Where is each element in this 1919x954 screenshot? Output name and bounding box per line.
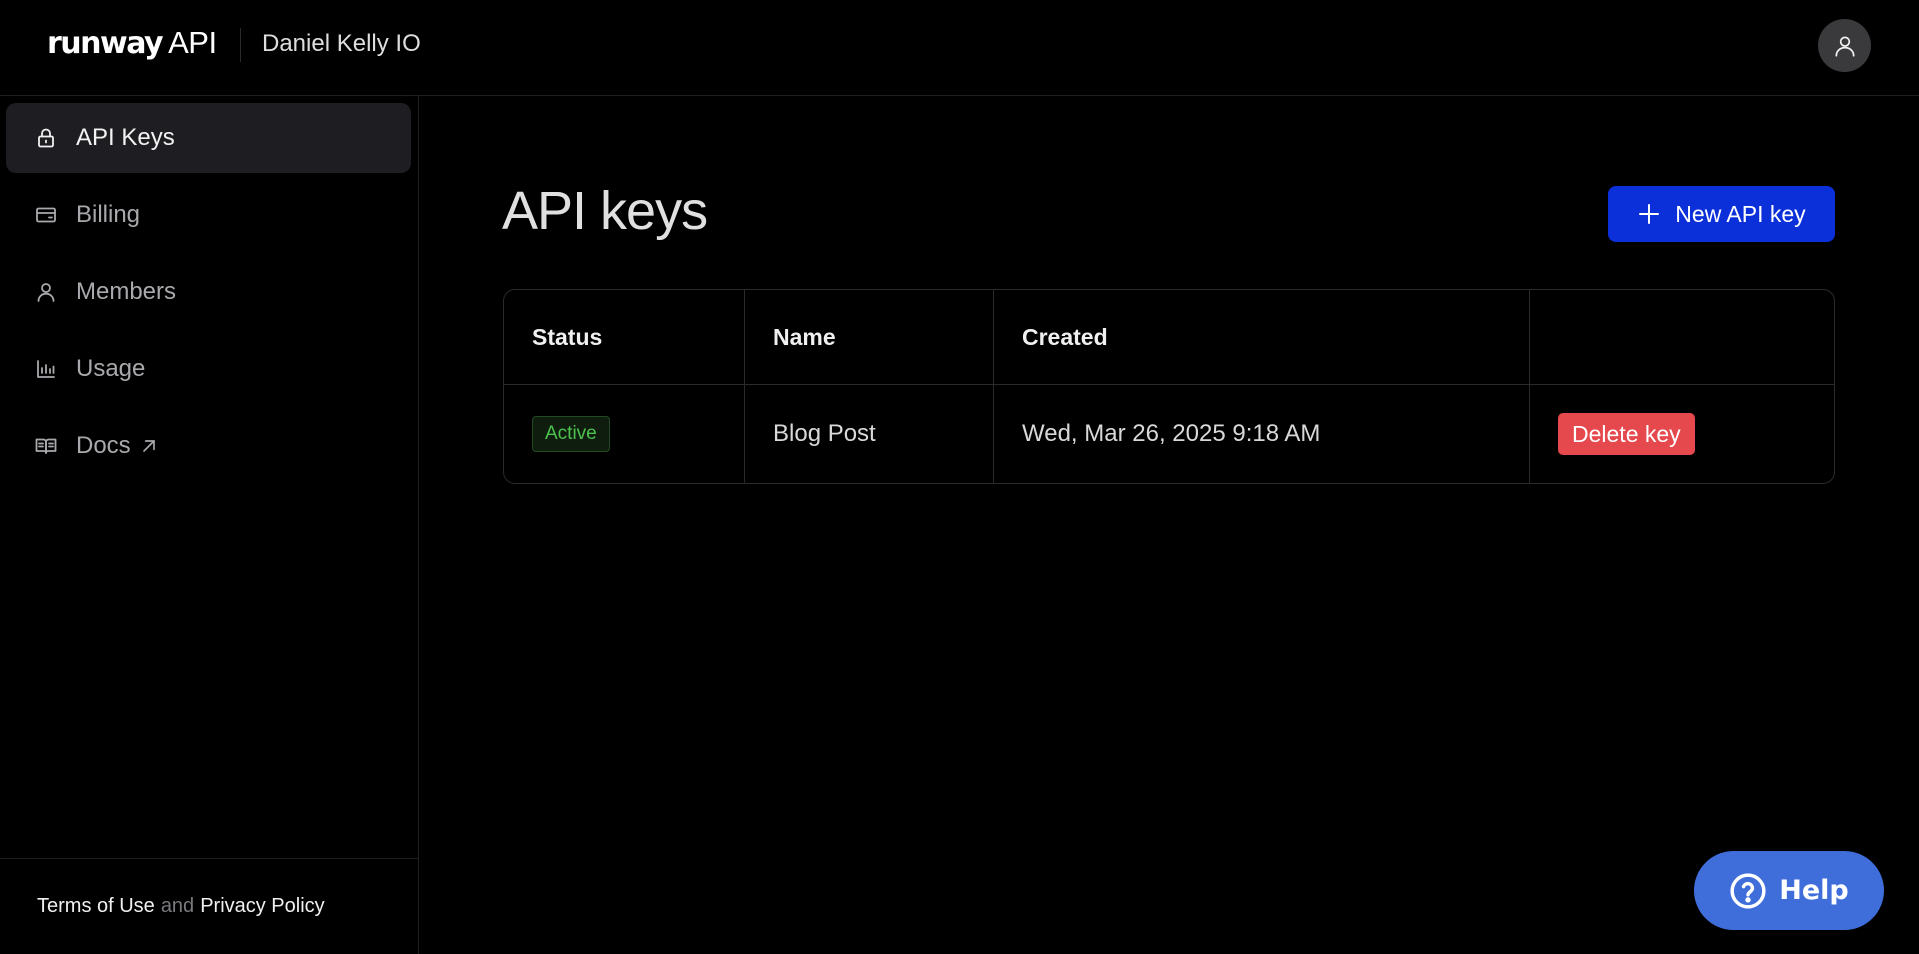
runway-api-logo[interactable]: runway API xyxy=(47,25,217,65)
help-button[interactable]: Help xyxy=(1694,851,1884,930)
column-header-actions xyxy=(1530,290,1834,384)
api-keys-table: Status Name Created Active Blog Post Wed… xyxy=(503,289,1835,484)
sidebar-item-docs[interactable]: Docs xyxy=(6,411,411,481)
sidebar-item-label: API Keys xyxy=(76,124,175,151)
user-avatar-button[interactable] xyxy=(1818,19,1871,72)
user-icon xyxy=(33,279,59,305)
column-header-status: Status xyxy=(504,290,745,384)
created-date-cell: Wed, Mar 26, 2025 9:18 AM xyxy=(994,385,1530,483)
sidebar-item-label: Members xyxy=(76,278,177,305)
terms-of-use-link[interactable]: Terms of Use xyxy=(37,895,155,918)
organization-name[interactable]: Daniel Kelly IO xyxy=(262,30,421,58)
page-title: API keys xyxy=(502,181,708,241)
book-icon xyxy=(33,433,59,459)
sidebar: API Keys Billing Members Usage Docs Term… xyxy=(0,96,419,954)
footer-and-text: and xyxy=(160,895,195,917)
question-circle-icon xyxy=(1729,872,1767,910)
privacy-policy-link[interactable]: Privacy Policy xyxy=(200,895,324,918)
help-label: Help xyxy=(1779,875,1849,906)
sidebar-item-label: Billing xyxy=(76,201,141,228)
sidebar-item-label: Docs xyxy=(76,432,131,459)
user-icon xyxy=(1834,35,1855,57)
key-name-cell: Blog Post xyxy=(745,385,994,483)
lock-icon xyxy=(33,125,59,151)
delete-key-button[interactable]: Delete key xyxy=(1558,413,1695,455)
sidebar-item-members[interactable]: Members xyxy=(6,257,411,327)
credit-card-icon xyxy=(33,202,59,228)
bar-chart-icon xyxy=(33,356,59,382)
sidebar-item-billing[interactable]: Billing xyxy=(6,180,411,250)
logo-api-text: API xyxy=(168,25,217,60)
header-divider xyxy=(240,28,241,62)
actions-cell: Delete key xyxy=(1530,385,1834,483)
external-link-icon xyxy=(139,436,159,456)
status-cell: Active xyxy=(504,385,745,483)
column-header-created: Created xyxy=(994,290,1530,384)
status-badge: Active xyxy=(532,416,610,452)
sidebar-item-usage[interactable]: Usage xyxy=(6,334,411,404)
top-header: runway API Daniel Kelly IO xyxy=(0,0,1919,96)
logo-brand-text: runway xyxy=(47,26,164,61)
table-row: Active Blog Post Wed, Mar 26, 2025 9:18 … xyxy=(504,385,1834,483)
sidebar-item-api-keys[interactable]: API Keys xyxy=(6,103,411,173)
plus-icon xyxy=(1637,202,1661,226)
sidebar-item-label: Usage xyxy=(76,355,146,382)
column-header-name: Name xyxy=(745,290,994,384)
new-api-key-button[interactable]: New API key xyxy=(1608,186,1835,242)
table-header-row: Status Name Created xyxy=(504,290,1834,385)
sidebar-footer: Terms of Use and Privacy Policy xyxy=(0,858,418,954)
new-api-key-label: New API key xyxy=(1675,200,1806,227)
